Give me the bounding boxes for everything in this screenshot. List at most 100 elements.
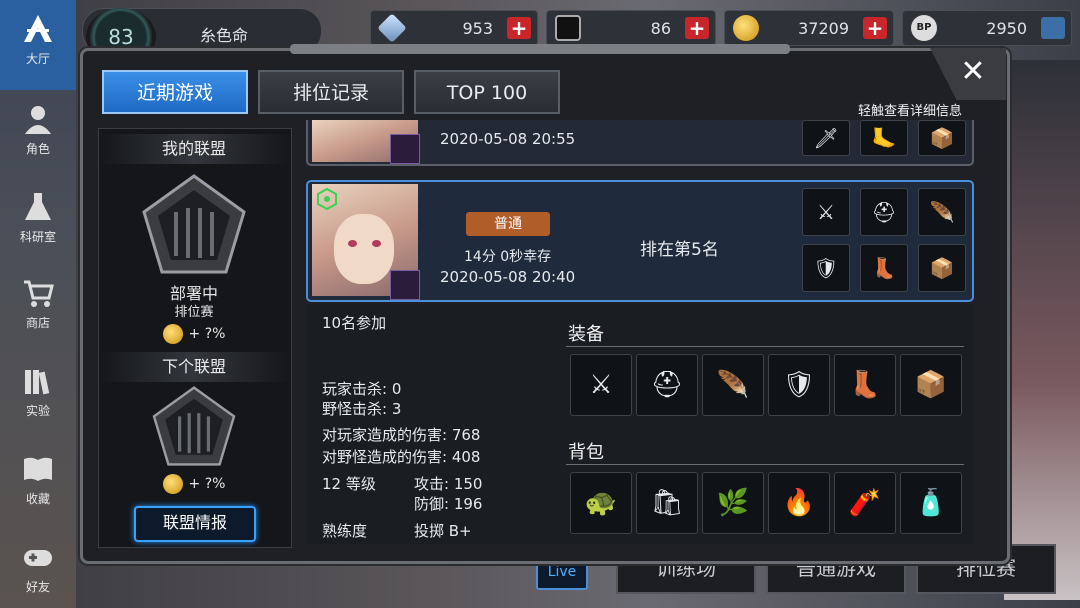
proficiency-value: 投掷 B+ xyxy=(414,522,472,540)
nav-label: 科研室 xyxy=(19,230,56,244)
equipment-slot-chest[interactable]: 🪶 xyxy=(702,354,764,416)
item-slot: 🛡 xyxy=(802,244,850,292)
rank-result: 排在第5名 xyxy=(640,240,719,260)
skill-badge-icon xyxy=(390,270,420,300)
record-datetime: 2020-05-08 20:55 xyxy=(440,130,576,148)
my-alliance-title: 我的联盟 xyxy=(98,134,290,164)
card-icon xyxy=(555,15,581,41)
nav-label: 角色 xyxy=(25,142,50,156)
nav-label: 商店 xyxy=(25,316,50,330)
hexagon-icon xyxy=(317,188,337,210)
equipment-slot-leg[interactable]: 👢 xyxy=(834,354,896,416)
backpack-slot[interactable]: 🔥 xyxy=(768,472,830,534)
attack-stat: 攻击: 150 xyxy=(414,475,483,493)
add-card-button[interactable]: + xyxy=(685,17,709,39)
resource-value: 37209 xyxy=(798,19,849,38)
resource-value: 953 xyxy=(462,19,493,38)
player-level: 12 等级 xyxy=(322,475,376,493)
damage-to-monsters: 对野怪造成的伤害: 408 xyxy=(322,448,481,466)
alliance-emblem-icon xyxy=(142,174,246,274)
item-slot: 🗡 xyxy=(802,120,850,156)
nav-item-character[interactable]: 角色 xyxy=(0,102,76,157)
alliance-mode: 排位赛 xyxy=(174,305,214,320)
mode-tag: 普通 xyxy=(466,212,550,236)
nav-item-friends[interactable]: 好友 xyxy=(0,540,76,595)
backpack-title: 背包 xyxy=(568,442,604,463)
crystal-icon xyxy=(377,13,407,43)
nav-item-shop[interactable]: 商店 xyxy=(0,276,76,331)
resource-value: 86 xyxy=(650,19,671,38)
item-slot: ⚔ xyxy=(802,188,850,236)
cart-icon xyxy=(24,280,54,307)
nav-label: 大厅 xyxy=(25,52,50,66)
portrait-face xyxy=(334,214,394,284)
divider xyxy=(566,346,964,347)
damage-to-players: 对玩家造成的伤害: 768 xyxy=(322,426,481,444)
next-alliance-title: 下个联盟 xyxy=(98,352,290,382)
nav-item-collection[interactable]: 收藏 xyxy=(0,452,76,507)
resource-crystal: 953 + xyxy=(370,10,538,46)
add-coin-button[interactable]: + xyxy=(863,17,887,39)
player-name: 糸色命 xyxy=(200,26,249,45)
nav-label: 收藏 xyxy=(25,492,50,506)
portrait-eye xyxy=(348,240,357,247)
backpack-slot[interactable]: 🛍 xyxy=(636,472,698,534)
next-alliance-bonus: + ?% xyxy=(98,474,290,494)
flask-icon xyxy=(25,193,51,220)
alliance-info-button[interactable]: 联盟情报 xyxy=(134,506,256,542)
record-datetime: 2020-05-08 20:40 xyxy=(440,268,576,286)
nav-label: 实验 xyxy=(25,404,50,418)
coin-icon xyxy=(162,474,183,494)
skill-badge-icon xyxy=(390,134,420,164)
resource-value: 2950 xyxy=(986,19,1027,38)
dialog-handle xyxy=(290,44,790,54)
tab-recent-games[interactable]: 近期游戏 xyxy=(102,70,248,114)
books-icon xyxy=(25,370,50,395)
character-icon xyxy=(25,106,51,134)
equipment-slot-weapon[interactable]: ⚔ xyxy=(570,354,632,416)
nav-item-lobby[interactable]: 大厅 xyxy=(0,0,76,90)
monster-kills: 野怪击杀: 3 xyxy=(322,400,402,418)
participants: 10名参加 xyxy=(322,314,387,332)
backpack-slot[interactable]: 🧴 xyxy=(900,472,962,534)
item-slot: 👢 xyxy=(860,244,908,292)
nav-item-experiment[interactable]: 实验 xyxy=(0,364,76,419)
equipment-slot-accessory[interactable]: 📦 xyxy=(900,354,962,416)
my-alliance-bonus: + ?% xyxy=(98,324,290,344)
coin-icon xyxy=(733,15,759,41)
item-slot: 📦 xyxy=(918,244,966,292)
gamepad-icon xyxy=(24,550,52,566)
resource-coin: 37209 + xyxy=(724,10,894,46)
tab-ranked-records[interactable]: 排位记录 xyxy=(258,70,404,114)
proficiency-label: 熟练度 xyxy=(322,522,368,540)
right-background-art xyxy=(1004,60,1080,600)
item-slot: 🪶 xyxy=(918,188,966,236)
backpack-slot[interactable]: 🐢 xyxy=(570,472,632,534)
bp-pass-button[interactable] xyxy=(1041,17,1065,39)
divider xyxy=(566,464,964,465)
resource-bp: BP 2950 xyxy=(902,10,1072,46)
portrait-eye xyxy=(372,240,381,247)
book-icon xyxy=(24,457,52,481)
tap-hint: 轻触查看详细信息 xyxy=(858,104,963,119)
bp-icon: BP xyxy=(911,15,937,41)
close-icon[interactable]: ✕ xyxy=(950,52,996,92)
item-slot: ⛑ xyxy=(860,188,908,236)
nav-label: 好友 xyxy=(25,580,50,594)
item-slot: 📦 xyxy=(918,120,966,156)
resource-card: 86 + xyxy=(546,10,716,46)
survival-time: 14分 0秒幸存 xyxy=(464,249,552,265)
item-slot: 🦶 xyxy=(860,120,908,156)
equipment-slot-head[interactable]: ⛑ xyxy=(636,354,698,416)
add-crystal-button[interactable]: + xyxy=(507,17,531,39)
equipment-slot-arm[interactable]: 🛡 xyxy=(768,354,830,416)
player-kills: 玩家击杀: 0 xyxy=(322,380,402,398)
backpack-slot[interactable]: 🧨 xyxy=(834,472,896,534)
next-alliance-emblem-icon xyxy=(152,386,236,466)
nav-item-lab[interactable]: 科研室 xyxy=(0,190,76,245)
tab-top-100[interactable]: TOP 100 xyxy=(414,70,560,114)
coin-icon xyxy=(162,324,183,344)
defense-stat: 防御: 196 xyxy=(414,495,483,513)
backpack-slot[interactable]: 🌿 xyxy=(702,472,764,534)
lobby-icon xyxy=(24,15,52,42)
